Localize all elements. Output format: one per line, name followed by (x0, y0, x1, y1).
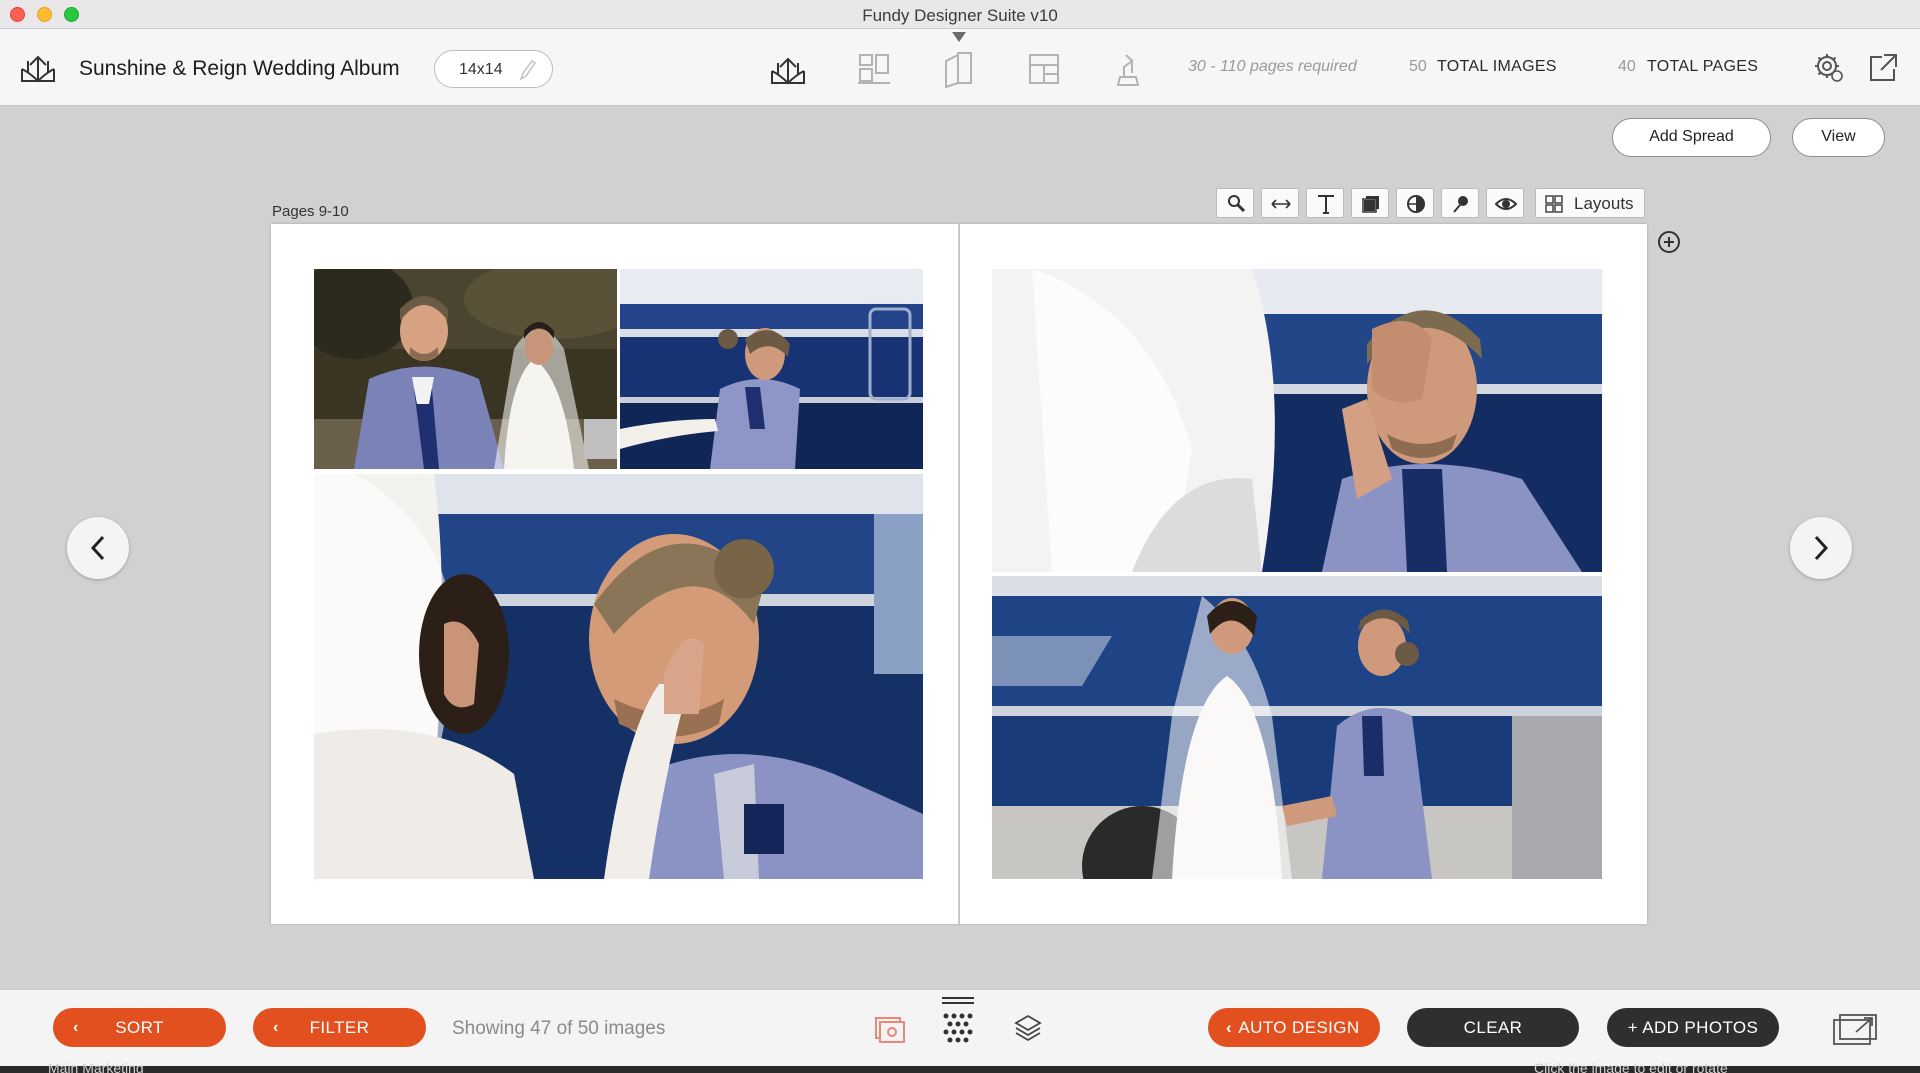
total-pages-count: 40 (1618, 58, 1636, 75)
main-toolbar: Sunshine & Reign Wedding Album 14x14 30 … (0, 29, 1920, 106)
chevron-left-icon: ‹ (273, 1019, 279, 1036)
text-tool[interactable] (1306, 188, 1344, 218)
pin-tool[interactable] (1441, 188, 1479, 218)
shadow-tool[interactable] (1351, 188, 1389, 218)
photo-bride-cupping-groom-face[interactable] (314, 474, 923, 879)
photo-couple-laughing-by-truck[interactable] (992, 576, 1602, 879)
layouts-label: Layouts (1574, 194, 1634, 213)
album-logo-icon[interactable] (18, 51, 58, 85)
cards-icon[interactable] (938, 49, 978, 89)
strip-left-text: Main Marketing (48, 1060, 144, 1073)
total-images-label: TOTAL IMAGES (1437, 58, 1557, 75)
add-spread-button[interactable]: Add Spread (1612, 118, 1771, 157)
showing-images-count: Showing 47 of 50 images (452, 1018, 666, 1039)
external-link-icon[interactable] (1866, 51, 1900, 85)
previous-spread-button[interactable] (67, 517, 129, 579)
chevron-right-icon (1814, 535, 1829, 561)
zoom-tool[interactable] (1216, 188, 1254, 218)
layout-icon[interactable] (1024, 49, 1064, 89)
wall-art-icon[interactable] (854, 49, 894, 89)
photo-bride-touching-groom-back[interactable] (620, 269, 923, 469)
next-spread-button[interactable] (1790, 517, 1852, 579)
auto-design-label: AUTO DESIGN (1238, 1018, 1360, 1037)
window-title: Fundy Designer Suite v10 (862, 6, 1058, 25)
filter-button[interactable]: ‹ FILTER (253, 1008, 426, 1047)
shadow-icon (1362, 196, 1379, 213)
clear-button[interactable]: CLEAR (1407, 1008, 1579, 1047)
left-page[interactable] (271, 224, 959, 924)
proofing-icon[interactable] (1108, 49, 1148, 89)
chevron-left-icon (90, 535, 105, 561)
swap-tool[interactable] (1261, 188, 1299, 218)
auto-design-button[interactable]: ‹ AUTO DESIGN (1208, 1008, 1380, 1047)
chevron-left-icon: ‹ (1226, 1018, 1233, 1037)
photo-stack-icon[interactable] (870, 1008, 910, 1048)
view-button[interactable]: View (1792, 118, 1885, 157)
active-module-indicator (952, 32, 966, 42)
preview-tool[interactable] (1486, 188, 1524, 218)
text-icon (1318, 195, 1334, 214)
sort-label: SORT (115, 1018, 164, 1037)
grid-icon (1545, 195, 1563, 213)
pages-required-text: 30 - 110 pages required (1188, 58, 1357, 75)
photo-groom-bride-portrait[interactable] (314, 269, 617, 469)
right-page[interactable] (960, 224, 1647, 924)
total-images-count: 50 (1409, 58, 1427, 75)
spread-pages-label: Pages 9-10 (272, 203, 349, 220)
swap-icon (1271, 199, 1291, 209)
total-pages-label: TOTAL PAGES (1647, 58, 1759, 75)
settings-gear-icon[interactable] (1812, 51, 1846, 85)
background-window-strip: Main Marketing Click the image to edit o… (0, 1060, 1920, 1073)
color-tool[interactable] (1396, 188, 1434, 218)
color-icon (1407, 195, 1425, 213)
expand-window-icon[interactable] (1832, 1012, 1878, 1046)
photo-groom-wiping-tears[interactable] (992, 269, 1602, 572)
layouts-button[interactable]: Layouts (1535, 188, 1645, 218)
preview-icon (1495, 198, 1517, 210)
album-title[interactable]: Sunshine & Reign Wedding Album (79, 57, 400, 81)
add-photos-button[interactable]: + ADD PHOTOS (1607, 1008, 1779, 1047)
pencil-icon (519, 59, 537, 81)
title-bar: Fundy Designer Suite v10 (0, 0, 1920, 29)
album-size-label: 14x14 (459, 61, 503, 78)
chevron-left-icon: ‹ (73, 1019, 79, 1036)
strip-right-text: Click the image to edit or rotate (1534, 1060, 1728, 1073)
grid-dots-icon[interactable] (938, 994, 978, 1054)
album-design-icon[interactable] (768, 49, 808, 89)
layers-icon[interactable] (1008, 1008, 1048, 1048)
sort-button[interactable]: ‹ SORT (53, 1008, 226, 1047)
filter-label: FILTER (309, 1018, 370, 1037)
pin-icon (1453, 196, 1468, 213)
album-size-selector[interactable]: 14x14 (434, 50, 553, 88)
zoom-icon (1228, 195, 1246, 213)
add-page-plus-icon[interactable] (1656, 229, 1682, 255)
